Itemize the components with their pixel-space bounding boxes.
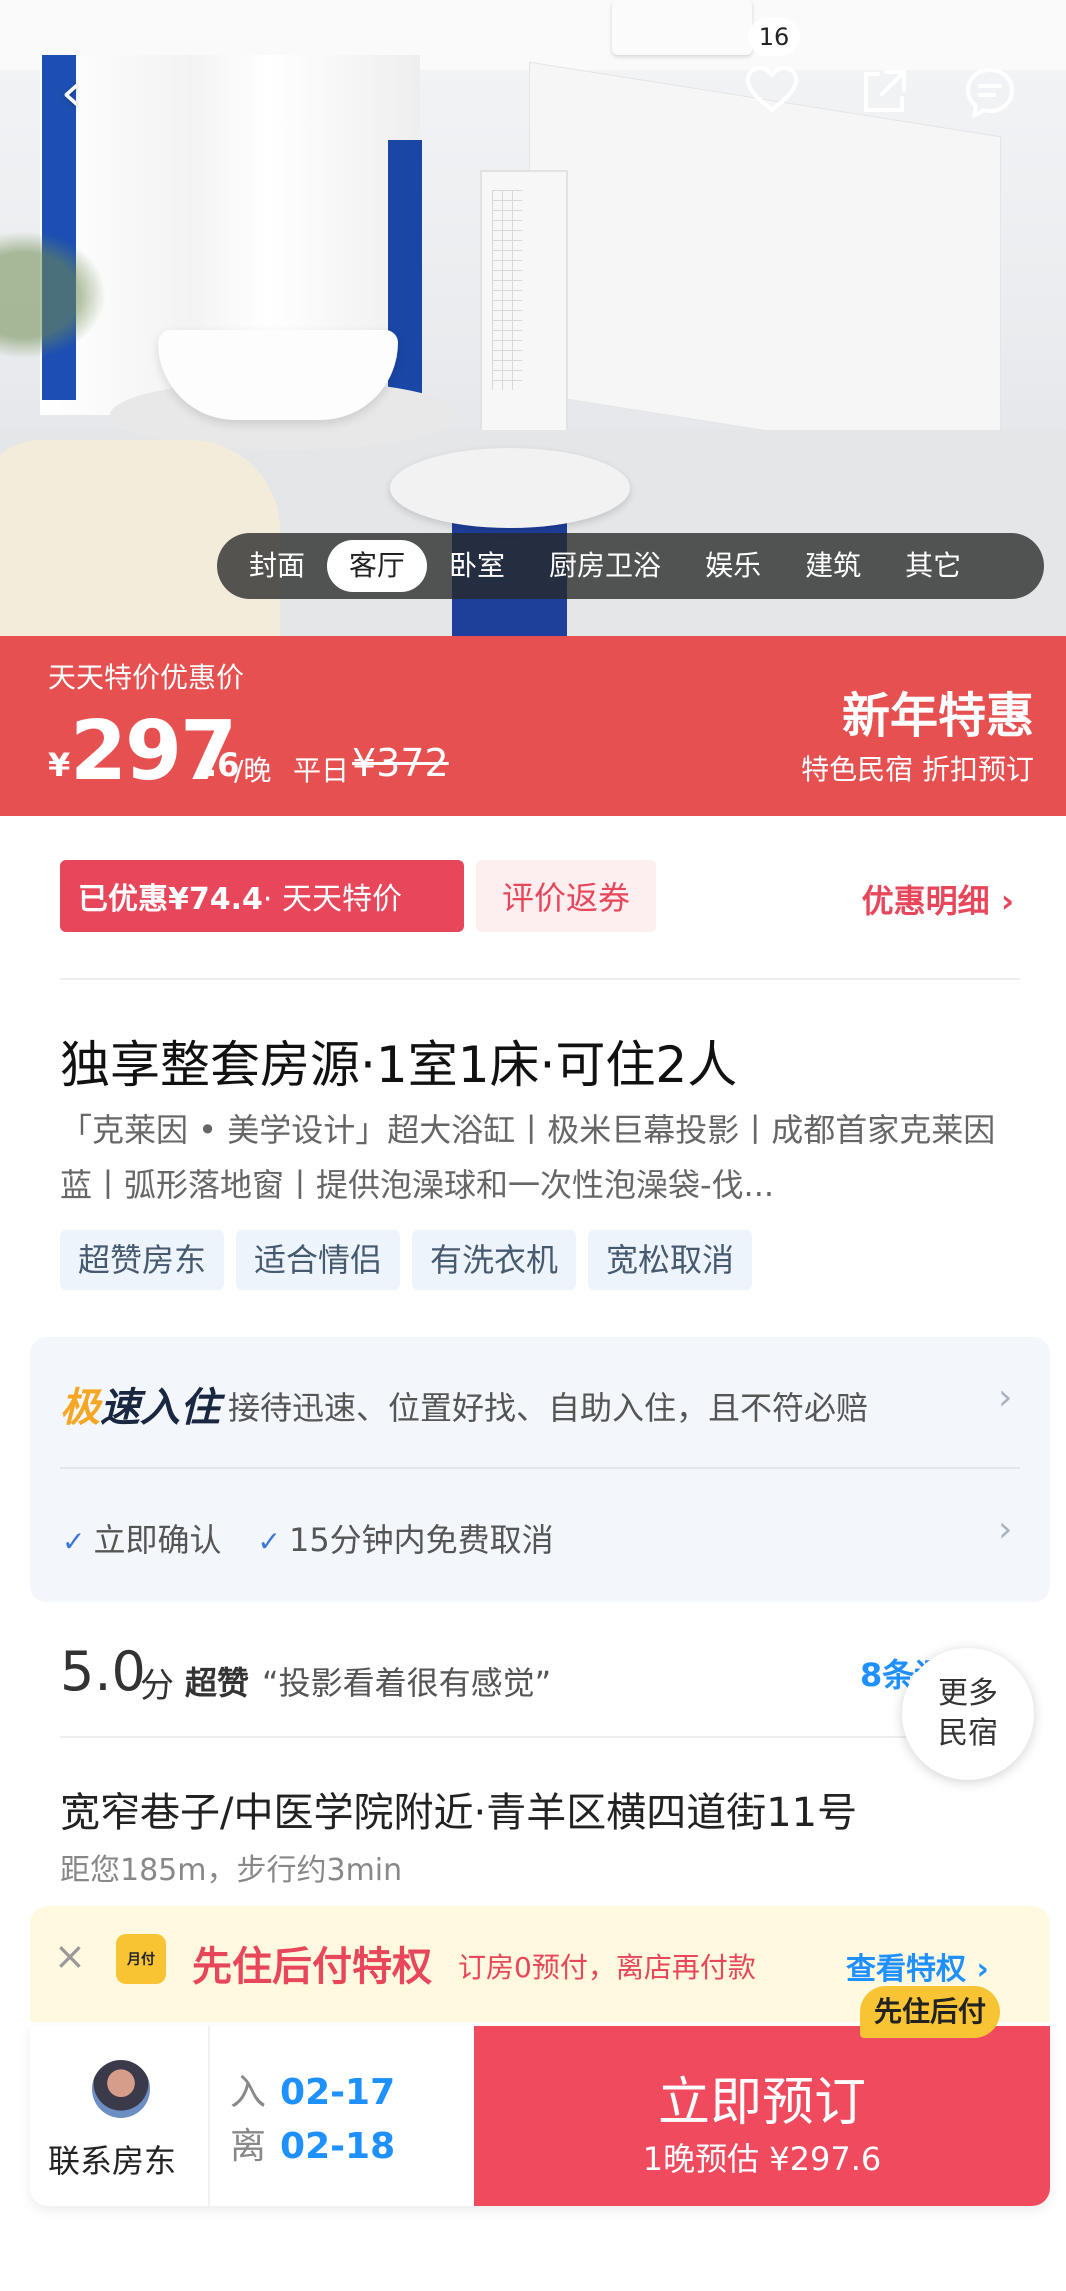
checkin-row: 入 02-17 [230,2066,395,2120]
tab-kitchen-bath[interactable]: 厨房卫浴 [527,540,683,592]
favorite-count-badge: 16 [748,18,800,56]
free-cancel: ✓ 15分钟内免费取消 [257,1521,554,1559]
tab-other[interactable]: 其它 [883,540,983,592]
divider [60,1736,1020,1738]
discount-detail-link[interactable]: 优惠明细 › [862,876,1014,922]
close-icon[interactable]: × [54,1934,86,1978]
booking-bar: 联系房东 入 02-17 离 02-18 先住后付 立即预订 1晚预估 ¥297.6 [30,1986,1050,2206]
chevron-right-icon: › [998,1377,1013,1418]
photo-air-conditioner [612,0,752,55]
rating-quote[interactable]: “投影看着很有感觉” [262,1658,551,1704]
weekday-label: 平日 [293,754,350,787]
checkout-date: 02-18 [280,2126,396,2167]
divider [60,1467,1020,1469]
price-unit: /晚 [234,754,272,787]
share-icon[interactable] [856,64,912,120]
discount-type: · 天天特价 [262,882,402,917]
photo-projection-screen [530,62,1000,468]
pay-later-subtitle: 订房0预付，离店再付款 [458,1951,756,1984]
fast-checkin-card[interactable]: 极速入住 接待迅速、位置好找、自助入住，且不符必赔 › ✓ 立即确认 ✓ 15分钟内… [30,1337,1050,1602]
cancellation-policy-row[interactable]: ✓ 立即确认 ✓ 15分钟内免费取消 [62,1515,554,1561]
checkin-label: 入 [230,2072,267,2113]
contact-host-label: 联系房东 [48,2142,177,2180]
more-homestays-button[interactable]: 更多民宿 [902,1648,1034,1780]
tab-entertainment[interactable]: 娱乐 [683,540,783,592]
photo-table [390,448,630,528]
tag-item: 超赞房东 [60,1230,225,1290]
campaign-subtitle: 特色民宿 折扣预订 [801,753,1034,786]
rating-score: 5.0 [60,1640,146,1703]
listing-title: 独享整套房源·1室1床·可住2人 [60,1036,738,1094]
chevron-right-icon: › [1000,882,1014,920]
address[interactable]: 宽窄巷子/中医学院附近·青羊区横四道街11号 [60,1780,857,1838]
monthly-pay-icon: 月付 [116,1934,166,1984]
book-now-label: 立即预订 [657,2073,866,2133]
tab-living-room[interactable]: 客厅 [327,540,428,592]
checkout-row: 离 02-18 [230,2120,395,2174]
heart-icon[interactable] [744,62,800,118]
back-icon[interactable]: ‹ [48,67,94,119]
estimated-price: 1晚预估 ¥297.6 [642,2140,882,2178]
contact-host-button[interactable]: 联系房东 [30,2026,210,2206]
tab-building[interactable]: 建筑 [783,540,883,592]
chevron-right-icon: › [966,1952,989,1987]
chevron-right-icon: › [998,1509,1013,1550]
instant-confirm: ✓ 立即确认 [62,1521,222,1559]
price-banner: 天天特价优惠价 ¥ 297 .6 /晚 平日 ¥372 新年特惠 特色民宿 折扣… [0,636,1066,816]
checkin-date: 02-17 [280,2072,396,2113]
photo-plant [0,220,120,370]
fast-checkin-text: 接待迅速、位置好找、自助入住，且不符必赔 [228,1389,869,1427]
checkout-label: 离 [230,2126,267,2167]
check-icon: ✓ [257,1525,281,1558]
discount-amount: 已优惠¥74.4 [78,882,263,917]
check-icon: ✓ [62,1525,86,1558]
pay-later-badge: 先住后付 [859,1986,1000,2038]
pay-later-title: 先住后付特权 [192,1944,432,1990]
rating-level: 超赞 [185,1664,250,1702]
date-selector[interactable]: 入 02-17 离 02-18 [230,2066,395,2174]
tag-item: 有洗衣机 [412,1230,577,1290]
review-coupon-badge[interactable]: 评价返券 [476,860,656,932]
fast-checkin-logo: 极速入住 [60,1385,220,1431]
tab-cover[interactable]: 封面 [227,540,327,592]
distance-info: 距您185m，步行约3min [60,1853,403,1888]
tag-item: 适合情侣 [236,1230,401,1290]
message-icon[interactable] [962,64,1018,120]
book-now-button[interactable]: 先住后付 立即预订 1晚预估 ¥297.6 [474,1986,1050,2206]
campaign-title: 新年特惠 [841,688,1034,744]
photo-bathtub [158,330,398,420]
promo-label: 天天特价优惠价 [48,661,245,694]
tab-bedroom[interactable]: 卧室 [427,540,527,592]
price-currency: ¥ [48,746,71,784]
gallery-tab-bar: 封面 客厅 卧室 厨房卫浴 娱乐 建筑 其它 [217,533,1044,599]
original-price: ¥372 [352,741,449,785]
tag-item: 宽松取消 [588,1230,753,1290]
divider [60,978,1020,980]
view-privilege-link[interactable]: 查看特权 › [846,1944,989,1988]
listing-description[interactable]: 「克莱因 • 美学设计」超大浴缸丨极米巨幕投影丨成都首家克莱因蓝丨弧形落地窗丨提… [60,1103,1020,1213]
avatar [92,2060,150,2118]
photo-door-grid [492,190,522,390]
discount-detail-label: 优惠明细 [861,882,990,920]
listing-tags: 超赞房东 适合情侣 有洗衣机 宽松取消 [60,1230,753,1290]
discount-badge: 已优惠¥74.4 · 天天特价 [60,860,464,932]
rating-unit: 分 [140,1666,174,1706]
